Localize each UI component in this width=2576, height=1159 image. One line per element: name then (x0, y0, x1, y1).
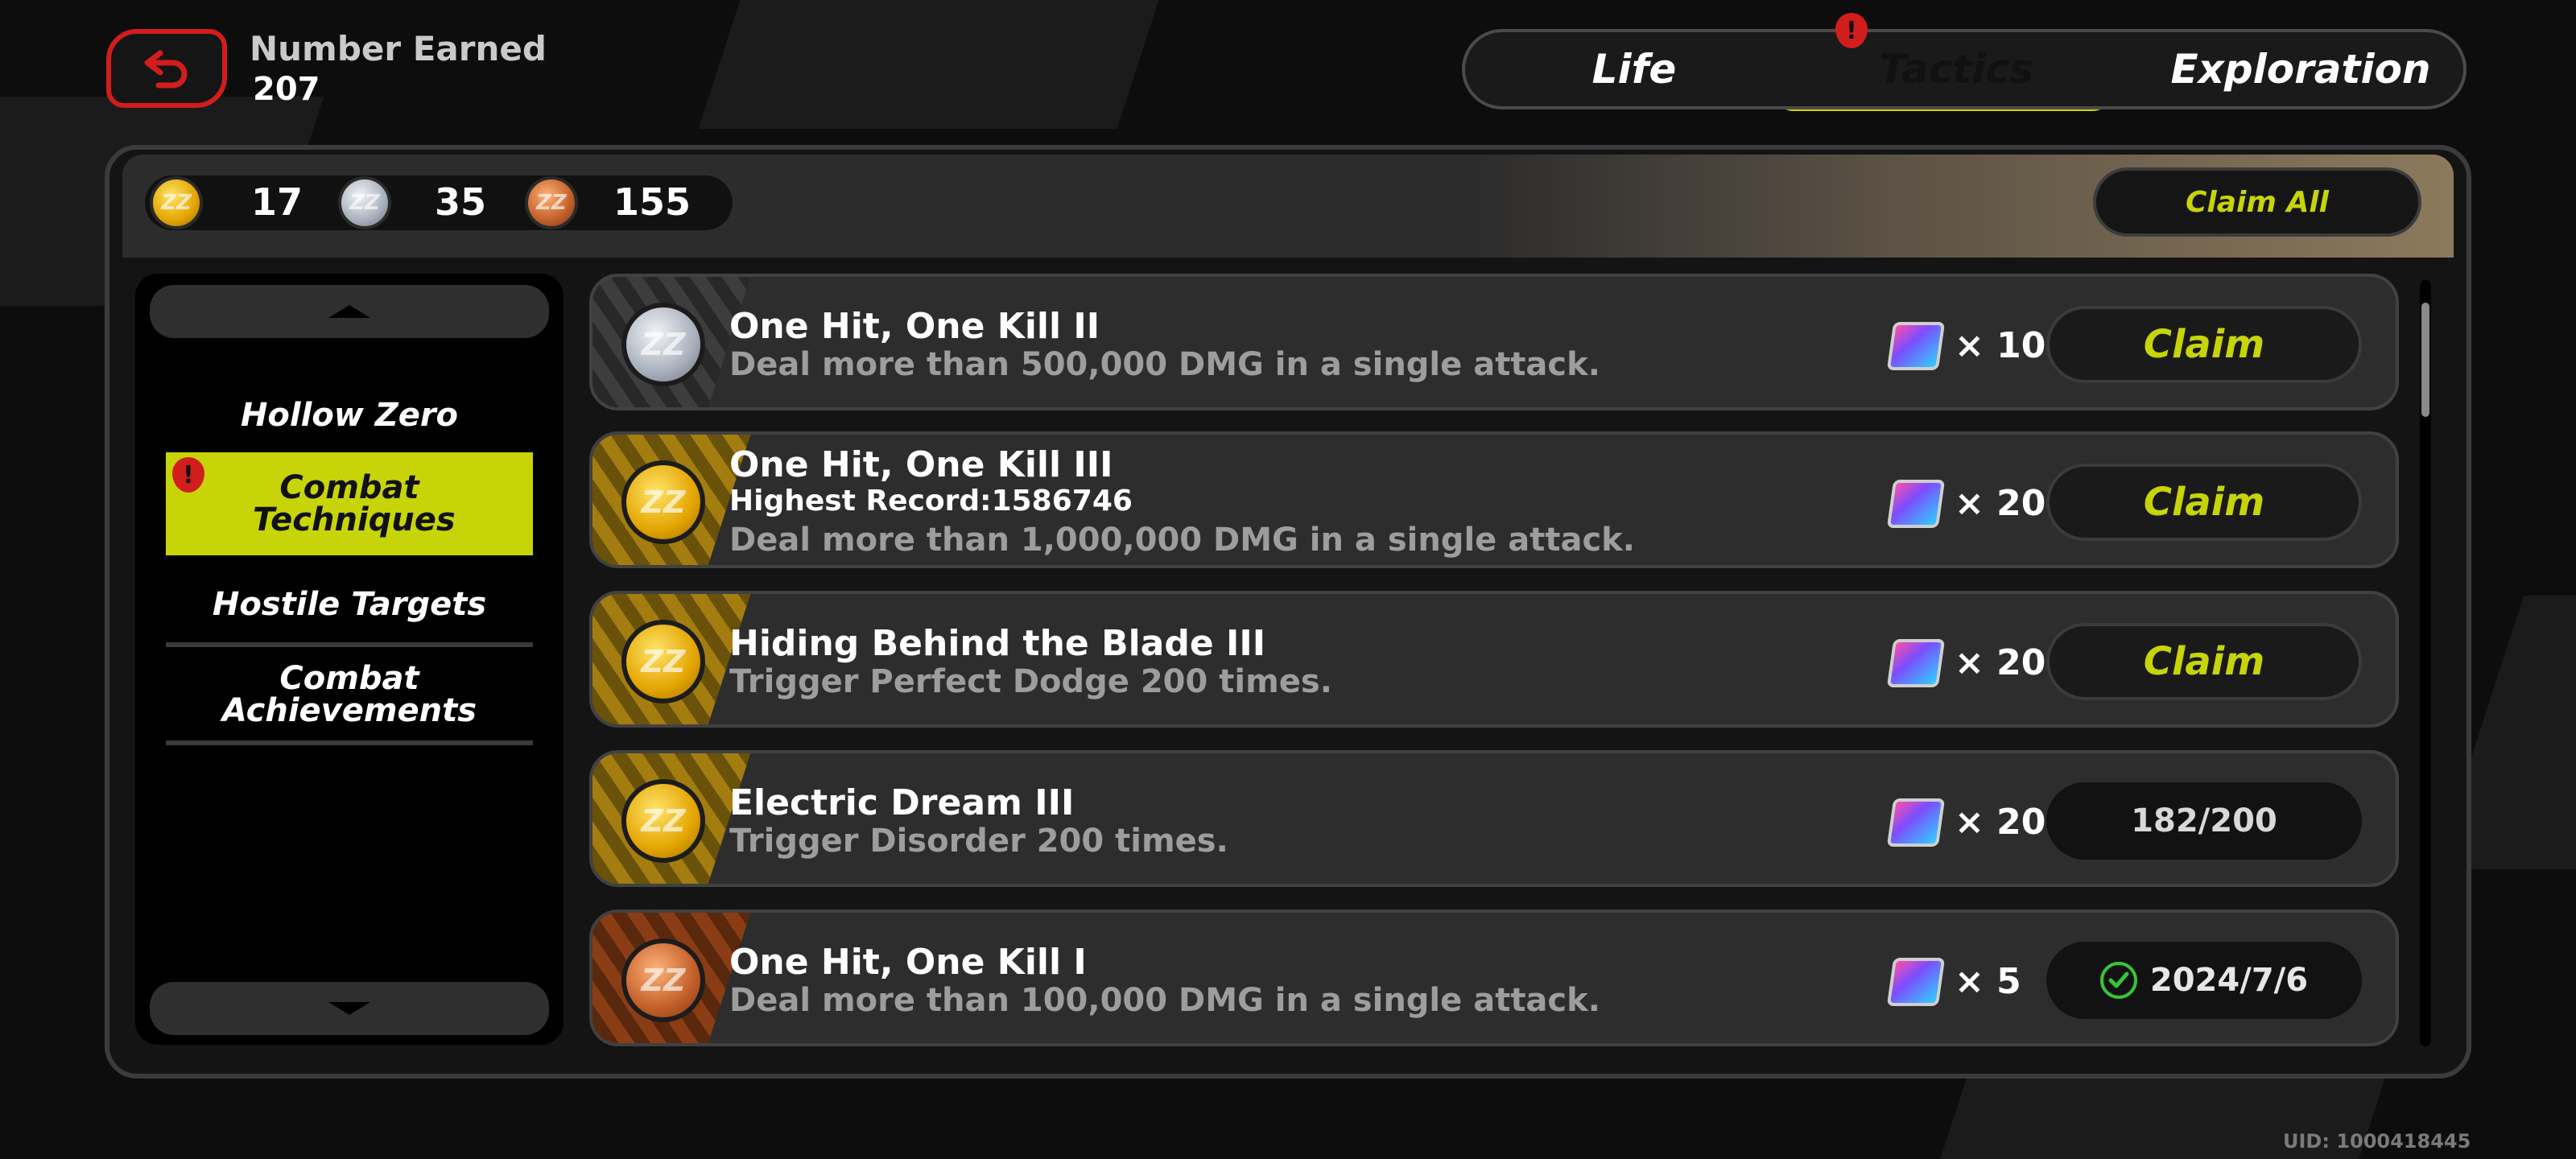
tab-exploration[interactable]: Exploration (2138, 32, 2463, 106)
film-reward-icon (1886, 958, 1946, 1006)
achievement-description: Deal more than 100,000 DMG in a single a… (729, 982, 1600, 1019)
back-button[interactable] (106, 29, 227, 108)
achievement-description: Deal more than 500,000 DMG in a single a… (729, 346, 1600, 383)
bronze-medal-count: 155 (613, 180, 691, 224)
achievement-title: One Hit, One Kill I (729, 942, 1087, 983)
tab-label: Life (1591, 46, 1677, 93)
silver-medal-icon: ZZ (338, 176, 391, 229)
achievement-title: One Hit, One Kill III (729, 444, 1113, 485)
sidebar-item-combat-techniques[interactable]: Combat Techniques (166, 452, 533, 555)
gold-medal-count: 17 (251, 180, 303, 224)
achievement-title: Hiding Behind the Blade III (729, 623, 1266, 664)
achievement-description: Trigger Disorder 200 times. (729, 823, 1228, 860)
achievement-list: ZZ One Hit, One Kill II Deal more than 5… (589, 274, 2399, 1046)
progress-status: 182/200 (2046, 782, 2362, 860)
number-earned-value: 207 (253, 71, 320, 108)
sidebar-item-hostile-targets[interactable]: Hostile Targets (166, 567, 533, 647)
achievement-card: ZZ One Hit, One Kill II Deal more than 5… (589, 274, 2399, 410)
tab-label: Tactics (1879, 46, 2033, 93)
achievement-card: ZZ One Hit, One Kill I Deal more than 10… (589, 909, 2399, 1046)
sidebar-item-label: Hostile Targets (212, 586, 487, 623)
sidebar-item-hollow-zero[interactable]: Hollow Zero (166, 375, 533, 456)
reward-quantity: × 10 (1955, 325, 2046, 366)
number-earned-label: Number Earned (250, 29, 547, 68)
achievement-card: ZZ One Hit, One Kill III Highest Record:… (589, 431, 2399, 568)
silver-medal-count: 35 (435, 180, 487, 224)
reward-quantity: × 20 (1955, 483, 2046, 524)
checkmark-icon (2099, 962, 2137, 999)
achievement-title: One Hit, One Kill II (729, 306, 1100, 347)
silver-medal-icon: ZZ (621, 303, 705, 386)
achievement-card: ZZ Electric Dream III Trigger Disorder 2… (589, 750, 2399, 887)
film-reward-icon (1886, 322, 1946, 370)
completed-date: 2024/7/6 (2149, 962, 2309, 999)
background-shape (698, 0, 1170, 129)
claim-all-button[interactable]: Claim All (2093, 167, 2421, 237)
reward-quantity: × 20 (1955, 802, 2046, 843)
sidebar-item-label: Combat Techniques (253, 469, 456, 538)
sidebar-item-label: Combat Achievements (221, 660, 477, 729)
sidebar-item-label: Hollow Zero (240, 397, 459, 434)
tab-tactics[interactable]: Tactics (1787, 32, 2125, 106)
sidebar-scroll-down-button[interactable] (150, 982, 549, 1035)
gold-medal-icon: ZZ (621, 620, 705, 703)
tab-life[interactable]: Life (1497, 32, 1771, 106)
reward-quantity: × 20 (1955, 642, 2046, 683)
uid-label: UID: 1000418445 (2283, 1130, 2471, 1153)
sidebar: Hollow Zero Combat Techniques Hostile Ta… (135, 274, 564, 1045)
reward-quantity: × 5 (1955, 961, 2021, 1002)
achievement-card: ZZ Hiding Behind the Blade III Trigger P… (589, 591, 2399, 728)
return-arrow-icon (144, 50, 188, 89)
achievement-description: Deal more than 1,000,000 DMG in a single… (729, 522, 1635, 559)
sidebar-scroll-up-button[interactable] (150, 285, 549, 338)
film-reward-icon (1886, 480, 1946, 528)
list-scroll-thumb[interactable] (2421, 303, 2429, 417)
claim-button[interactable]: Claim (2046, 306, 2362, 383)
claim-button[interactable]: Claim (2046, 464, 2362, 541)
gold-medal-icon: ZZ (621, 779, 705, 863)
tab-label: Exploration (2170, 46, 2431, 93)
film-reward-icon (1886, 639, 1946, 687)
caret-down-icon (328, 1002, 370, 1015)
sidebar-item-combat-achievements[interactable]: Combat Achievements (166, 649, 533, 745)
gold-medal-icon: ZZ (150, 176, 203, 229)
caret-up-icon (328, 305, 370, 318)
claim-button[interactable]: Claim (2046, 623, 2362, 700)
achievement-title: Electric Dream III (729, 782, 1075, 823)
highest-record: Highest Record:1586746 (729, 485, 1133, 518)
completed-status: 2024/7/6 (2046, 942, 2362, 1019)
bronze-medal-icon: ZZ (621, 938, 705, 1022)
film-reward-icon (1886, 798, 1946, 847)
gold-medal-icon: ZZ (621, 460, 705, 544)
category-tabs: Life Tactics Exploration (1462, 29, 2467, 109)
achievement-description: Trigger Perfect Dodge 200 times. (729, 663, 1332, 700)
bronze-medal-icon: ZZ (525, 176, 578, 229)
